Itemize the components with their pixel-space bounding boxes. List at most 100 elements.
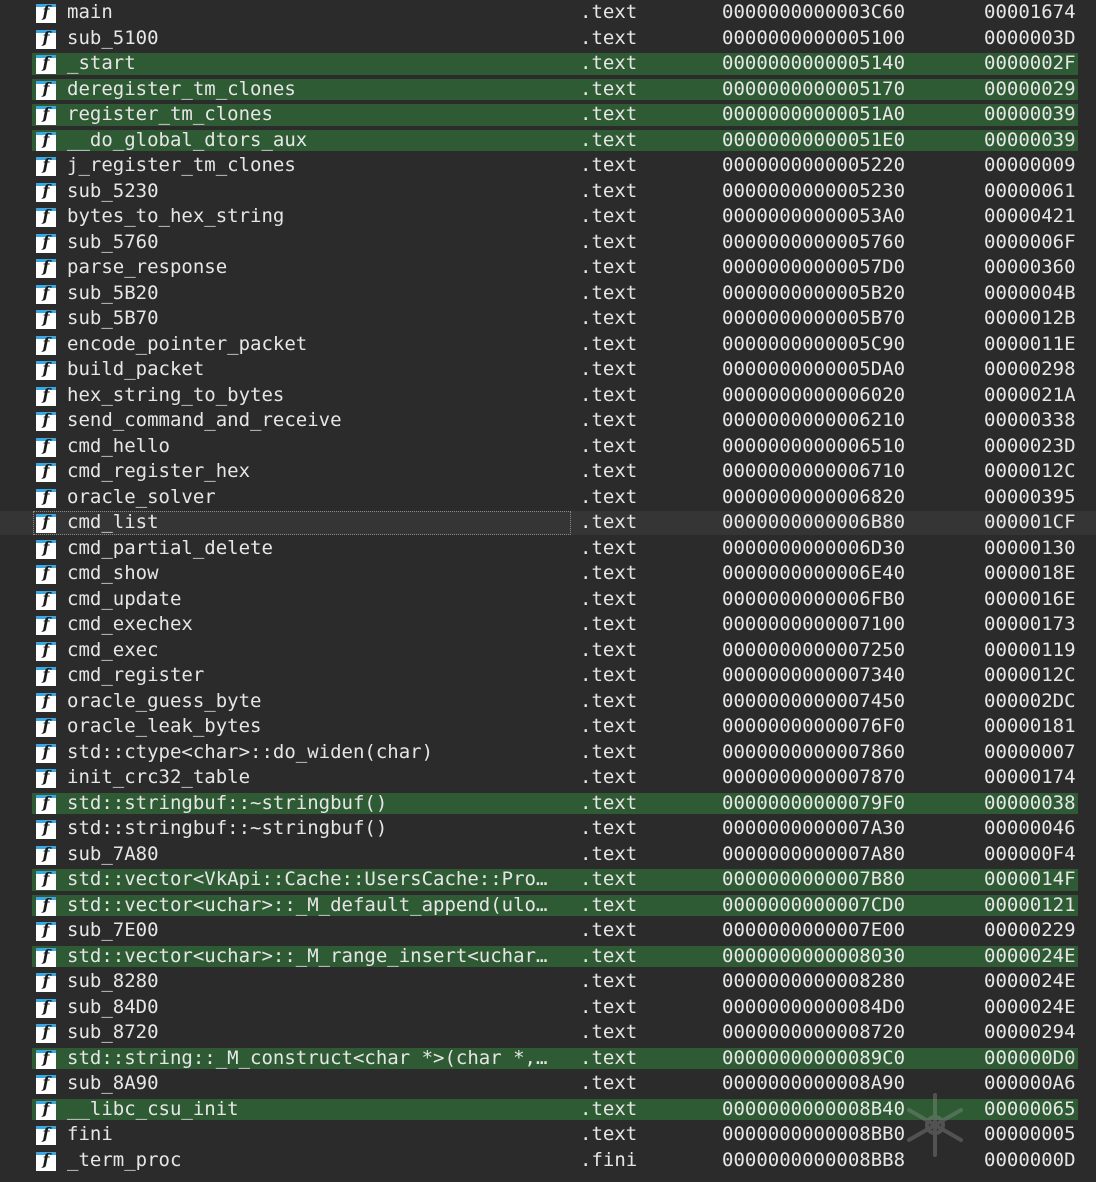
function-row[interactable]: f parse_response .text 00000000000057D0 0000…	[0, 255, 1096, 281]
function-row[interactable]: f __libc_csu_init .text 0000000000008B40 000…	[0, 1097, 1096, 1123]
function-icon: f	[36, 359, 56, 380]
function-segment: .text	[580, 1123, 638, 1145]
function-row[interactable]: f sub_7A80 .text 0000000000007A80 000000F4	[0, 842, 1096, 868]
function-row[interactable]: f cmd_exechex .text 0000000000007100 0000017…	[0, 612, 1096, 638]
function-icon-glyph: f	[42, 1073, 50, 1092]
function-segment: .text	[580, 256, 638, 278]
function-segment: .text	[580, 179, 638, 202]
function-name: j_register_tm_clones	[67, 154, 296, 176]
function-row[interactable]: f std::vector<uchar>::_M_default_append(u…	[0, 893, 1096, 919]
function-row[interactable]: f cmd_show .text 0000000000006E40 0000018E	[0, 561, 1096, 587]
function-row[interactable]: f std::stringbuf::~stringbuf() .text 000000…	[0, 791, 1096, 817]
function-length: 00000009	[984, 154, 1076, 176]
function-length: 00000294	[984, 1021, 1076, 1043]
function-row[interactable]: f sub_8A90 .text 0000000000008A90 000000A6	[0, 1071, 1096, 1097]
function-icon-glyph: f	[42, 563, 50, 582]
function-start: 0000000000006820	[722, 485, 906, 508]
function-row[interactable]: f cmd_list .text 0000000000006B80 000001CF	[0, 510, 1096, 536]
function-row[interactable]: f __do_global_dtors_aux .text 0000000000005…	[0, 128, 1096, 154]
function-name: bytes_to_hex_string	[67, 205, 285, 227]
function-row[interactable]: f sub_5B70 .text 0000000000005B70 0000012B	[0, 306, 1096, 332]
function-name: main	[67, 1, 113, 23]
function-row[interactable]: f init_crc32_table .text 0000000000007870 00…	[0, 765, 1096, 791]
function-icon: f	[36, 461, 56, 482]
function-row[interactable]: f send_command_and_receive .text 0000000000…	[0, 408, 1096, 434]
function-row[interactable]: f std::vector<VkApi::Cache::UsersCache::P…	[0, 867, 1096, 893]
function-row[interactable]: f std::ctype<char>::do_widen(char) .text 00…	[0, 740, 1096, 766]
function-icon: f	[36, 129, 56, 151]
function-icon-glyph: f	[42, 537, 50, 557]
function-row[interactable]: f sub_5100 .text 0000000000005100 0000003D	[0, 26, 1096, 52]
function-icon-glyph: f	[42, 716, 50, 735]
function-row[interactable]: f fini .text 0000000000008BB0 00000005	[0, 1122, 1096, 1148]
function-name: oracle_leak_bytes	[67, 715, 262, 737]
function-segment: .text	[580, 944, 638, 967]
function-icon-glyph: f	[42, 129, 50, 149]
function-icon-glyph: f	[42, 1149, 50, 1169]
function-icon: f	[36, 895, 56, 916]
function-row[interactable]: f main .text 0000000000003C60 00001674	[0, 0, 1096, 26]
function-length: 0000012B	[984, 307, 1076, 329]
function-start: 0000000000006710	[722, 460, 906, 482]
function-length: 00000061	[984, 179, 1076, 202]
function-name: fini	[67, 1123, 113, 1145]
function-row[interactable]: f build_packet .text 0000000000005DA0 000002…	[0, 357, 1096, 383]
function-row[interactable]: f _term_proc .fini 0000000000008BB8 0000000D	[0, 1148, 1096, 1174]
function-segment: .text	[580, 919, 638, 941]
function-row[interactable]: f oracle_leak_bytes .text 00000000000076F0 0…	[0, 714, 1096, 740]
function-length: 00000338	[984, 409, 1076, 431]
function-row[interactable]: f sub_5760 .text 0000000000005760 0000006F	[0, 230, 1096, 256]
function-icon: f	[36, 385, 56, 406]
function-row[interactable]: f cmd_update .text 0000000000006FB0 0000016E	[0, 587, 1096, 613]
function-length: 00000121	[984, 893, 1076, 916]
function-row[interactable]: f cmd_register .text 0000000000007340 000001…	[0, 663, 1096, 689]
function-row[interactable]: f cmd_hello .text 0000000000006510 0000023D	[0, 434, 1096, 460]
function-row[interactable]: f sub_8720 .text 0000000000008720 00000294	[0, 1020, 1096, 1046]
function-icon: f	[36, 1047, 56, 1069]
function-segment: .text	[580, 281, 638, 304]
function-segment: .text	[580, 103, 638, 125]
function-row[interactable]: f sub_7E00 .text 0000000000007E00 00000229	[0, 918, 1096, 944]
function-start: 0000000000008BB8	[722, 1148, 906, 1171]
function-start: 0000000000007340	[722, 664, 906, 686]
function-icon: f	[36, 946, 56, 967]
function-row[interactable]: f sub_5230 .text 0000000000005230 00000061	[0, 179, 1096, 205]
function-name: _term_proc	[67, 1148, 182, 1171]
function-length: 0000004B	[984, 281, 1076, 304]
function-icon-glyph: f	[42, 1047, 50, 1067]
function-row[interactable]: f cmd_exec .text 0000000000007250 00000119	[0, 638, 1096, 664]
function-row[interactable]: f cmd_register_hex .text 0000000000006710 00…	[0, 459, 1096, 485]
function-start: 00000000000057D0	[722, 256, 906, 278]
function-icon: f	[36, 1098, 56, 1120]
function-segment: .text	[580, 77, 638, 100]
function-row[interactable]: f sub_84D0 .text 00000000000084D0 0000024E	[0, 995, 1096, 1021]
function-row[interactable]: f sub_5B20 .text 0000000000005B20 0000004B	[0, 281, 1096, 307]
function-name: std::stringbuf::~stringbuf()	[67, 791, 388, 814]
function-row[interactable]: f std::vector<uchar>::_M_range_insert<uch…	[0, 944, 1096, 970]
function-icon: f	[36, 869, 56, 890]
function-row[interactable]: f j_register_tm_clones .text 00000000000052…	[0, 153, 1096, 179]
function-icon-glyph: f	[42, 1098, 50, 1118]
function-icon-glyph: f	[42, 767, 50, 786]
function-row[interactable]: f deregister_tm_clones .text 00000000000051…	[0, 77, 1096, 103]
function-row[interactable]: f sub_8280 .text 0000000000008280 0000024E	[0, 969, 1096, 995]
function-row[interactable]: f hex_string_to_bytes .text 000000000000602…	[0, 383, 1096, 409]
function-row[interactable]: f _start .text 0000000000005140 0000002F	[0, 51, 1096, 77]
function-name: __do_global_dtors_aux	[67, 128, 308, 151]
function-row[interactable]: f register_tm_clones .text 00000000000051A0…	[0, 102, 1096, 128]
function-name: hex_string_to_bytes	[67, 383, 285, 406]
function-row[interactable]: f encode_pointer_packet .text 0000000000005…	[0, 332, 1096, 358]
function-length: 0000003D	[984, 26, 1076, 49]
function-icon-glyph: f	[42, 282, 50, 302]
function-icon: f	[36, 1149, 56, 1171]
function-icon-glyph: f	[42, 792, 50, 812]
function-icon-glyph: f	[42, 818, 50, 837]
function-row[interactable]: f std::stringbuf::~stringbuf() .text 000000…	[0, 816, 1096, 842]
function-row[interactable]: f cmd_partial_delete .text 0000000000006D30…	[0, 536, 1096, 562]
function-row[interactable]: f oracle_solver .text 0000000000006820 00000…	[0, 485, 1096, 511]
function-row[interactable]: f std::string::_M_construct<char *>(char …	[0, 1046, 1096, 1072]
function-segment: .text	[580, 740, 638, 763]
function-row[interactable]: f bytes_to_hex_string .text 00000000000053A…	[0, 204, 1096, 230]
function-row[interactable]: f oracle_guess_byte .text 0000000000007450 0…	[0, 689, 1096, 715]
function-start: 0000000000005140	[722, 52, 906, 74]
